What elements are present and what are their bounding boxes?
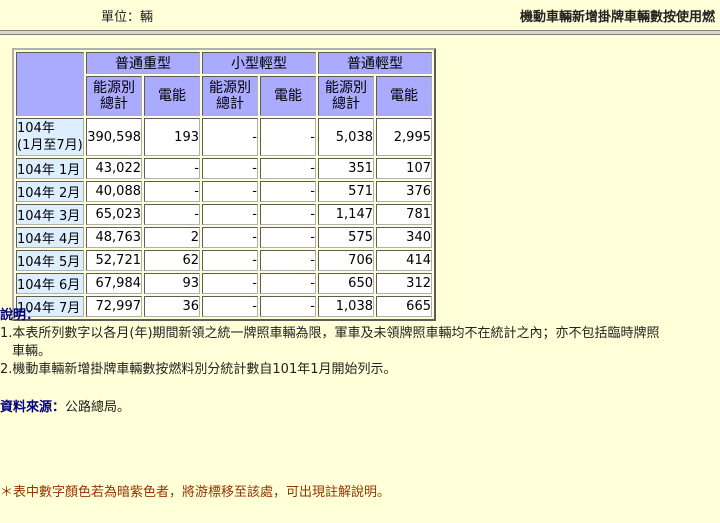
table-cell: 351 [318,158,374,179]
table-cell: - [202,118,258,156]
table-cell: 52,721 [86,250,142,271]
corner-cell [16,52,84,116]
table-cell: 414 [376,250,432,271]
table-cell: - [260,158,316,179]
sub-header-total: 能源別 總計 [318,76,374,116]
table-cell: - [202,181,258,202]
hint-text: ＊表中數字顏色若為暗紫色者，將游標移至該處，可出現註解說明。 [0,485,391,500]
table-cell: 193 [144,118,200,156]
table-body: 104年 (1月至7月) 390,598 193- -5,038 2,995 104年 1月… [16,118,432,317]
top-bar: 單位：輛 機動車輛新增掛牌車輛數按使用燃 [0,0,720,30]
table-cell: 571 [318,181,374,202]
group-header-light: 普通輕型 [318,52,432,74]
table-cell: 43,022 [86,158,142,179]
notes-title: 說明： [0,308,40,323]
table-cell: - [144,204,200,225]
row-label: 104年 1月 [16,158,84,179]
note-line: 車輛。 [12,344,52,359]
table-row: 104年 5月 52,721 62- -706 414 [16,250,432,271]
table-cell: - [202,273,258,294]
table-cell: 62 [144,250,200,271]
table-cell: - [202,158,258,179]
sub-header-total: 能源別 總計 [202,76,258,116]
table-row: 104年 3月 65,023- - -1,147 781 [16,204,432,225]
sub-header-total: 能源別 總計 [86,76,142,116]
row-label: 104年 (1月至7月) [16,118,84,156]
table-cell: - [260,118,316,156]
table-row: 104年 1月 43,022- - -351 107 [16,158,432,179]
table-cell: 390,598 [86,118,142,156]
source-label: 資料來源： [0,400,66,415]
table-cell: 376 [376,181,432,202]
table-cell: 67,984 [86,273,142,294]
table-cell: 5,038 [318,118,374,156]
table-cell: 650 [318,273,374,294]
sub-header-electric: 電能 [260,76,316,116]
table-cell: 575 [318,227,374,248]
table-cell: - [260,181,316,202]
table-cell: - [260,204,316,225]
table-row: 104年 6月 67,984 93- -650 312 [16,273,432,294]
table-cell: - [144,158,200,179]
group-header-heavy: 普通重型 [86,52,200,74]
source-section: 資料來源：公路總局。 [0,396,130,415]
table-cell: - [260,227,316,248]
table-cell: 1,147 [318,204,374,225]
table-row: 104年 4月 48,763 2- -575 340 [16,227,432,248]
table-cell: - [260,273,316,294]
row-label: 104年 3月 [16,204,84,225]
unit-label: 單位：輛 [101,10,154,25]
source-text: 公路總局。 [65,400,131,415]
group-header-small-light: 小型輕型 [202,52,316,74]
table-cell: - [202,250,258,271]
table-cell: - [260,250,316,271]
row-label: 104年 6月 [16,273,84,294]
table-cell: 2 [144,227,200,248]
table-row: 104年 2月 40,088- - -571 376 [16,181,432,202]
table-cell: 312 [376,273,432,294]
notes-section: 說明： 1.本表所列數字以各月(年)期間新領之統一牌照車輛為限，軍車及未領牌照車… [0,307,660,379]
table-cell: 340 [376,227,432,248]
table-cell: 40,088 [86,181,142,202]
table-cell: 781 [376,204,432,225]
table-cell: 93 [144,273,200,294]
table-cell: 65,023 [86,204,142,225]
table-cell: 107 [376,158,432,179]
note-line: 2.機動車輛新增掛牌車輛數按燃料別分統計數自101年1月開始列示。 [0,362,397,377]
note-line: 1.本表所列數字以各月(年)期間新領之統一牌照車輛為限，軍車及未領牌照車輛均不在… [0,326,660,341]
divider [0,30,720,35]
table-cell: 48,763 [86,227,142,248]
table-cell: - [202,227,258,248]
table-cell: 2,995 [376,118,432,156]
row-label: 104年 5月 [16,250,84,271]
row-label: 104年 2月 [16,181,84,202]
statistics-table: 普通重型 小型輕型 普通輕型 能源別 總計 電能 能源別 總計 電能 能源別 總計 電… [12,48,436,321]
table-cell: - [202,204,258,225]
table-cell: - [144,181,200,202]
table-cell: 706 [318,250,374,271]
report-title: 機動車輛新增掛牌車輛數按使用燃 [520,10,716,25]
row-label: 104年 4月 [16,227,84,248]
table-row: 104年 (1月至7月) 390,598 193- -5,038 2,995 [16,118,432,156]
sub-header-electric: 電能 [376,76,432,116]
sub-header-electric: 電能 [144,76,200,116]
